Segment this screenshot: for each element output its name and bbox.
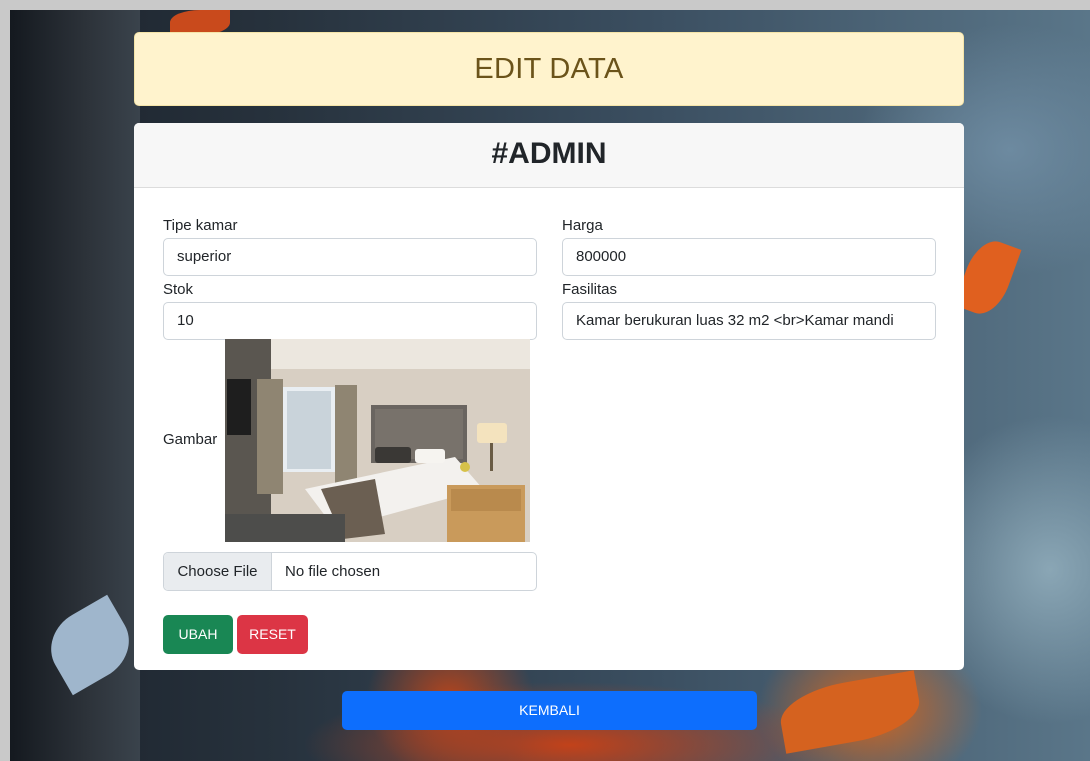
choose-file-button[interactable]: Choose File xyxy=(164,553,272,590)
kembali-button[interactable]: KEMBALI xyxy=(342,691,757,730)
fasilitas-input[interactable]: Kamar berukuran luas 32 m2 <br>Kamar man… xyxy=(562,302,936,340)
harga-label: Harga xyxy=(562,217,603,234)
card-header: #ADMIN xyxy=(134,123,964,188)
edit-form-card: #ADMIN Tipe kamar superior Harga 800000 … xyxy=(134,123,964,670)
harga-input[interactable]: 800000 xyxy=(562,238,936,276)
room-photo xyxy=(225,339,530,542)
stok-label: Stok xyxy=(163,281,194,298)
tipe-kamar-label: Tipe kamar xyxy=(163,217,238,234)
fasilitas-label: Fasilitas xyxy=(562,281,618,298)
gambar-label: Gambar xyxy=(163,431,218,448)
card-title: #ADMIN xyxy=(491,137,607,170)
leaf-decoration xyxy=(775,670,925,754)
file-upload-input[interactable]: Choose File No file chosen xyxy=(163,552,537,591)
stok-input[interactable]: 10 xyxy=(163,302,537,340)
page-title: EDIT DATA xyxy=(474,53,624,85)
file-status-text: No file chosen xyxy=(285,563,381,580)
ubah-button[interactable]: UBAH xyxy=(163,615,233,654)
page-header: EDIT DATA xyxy=(134,32,964,106)
hotel-room-image xyxy=(225,339,530,542)
tipe-kamar-input[interactable]: superior xyxy=(163,238,537,276)
reset-button[interactable]: RESET xyxy=(237,615,308,654)
